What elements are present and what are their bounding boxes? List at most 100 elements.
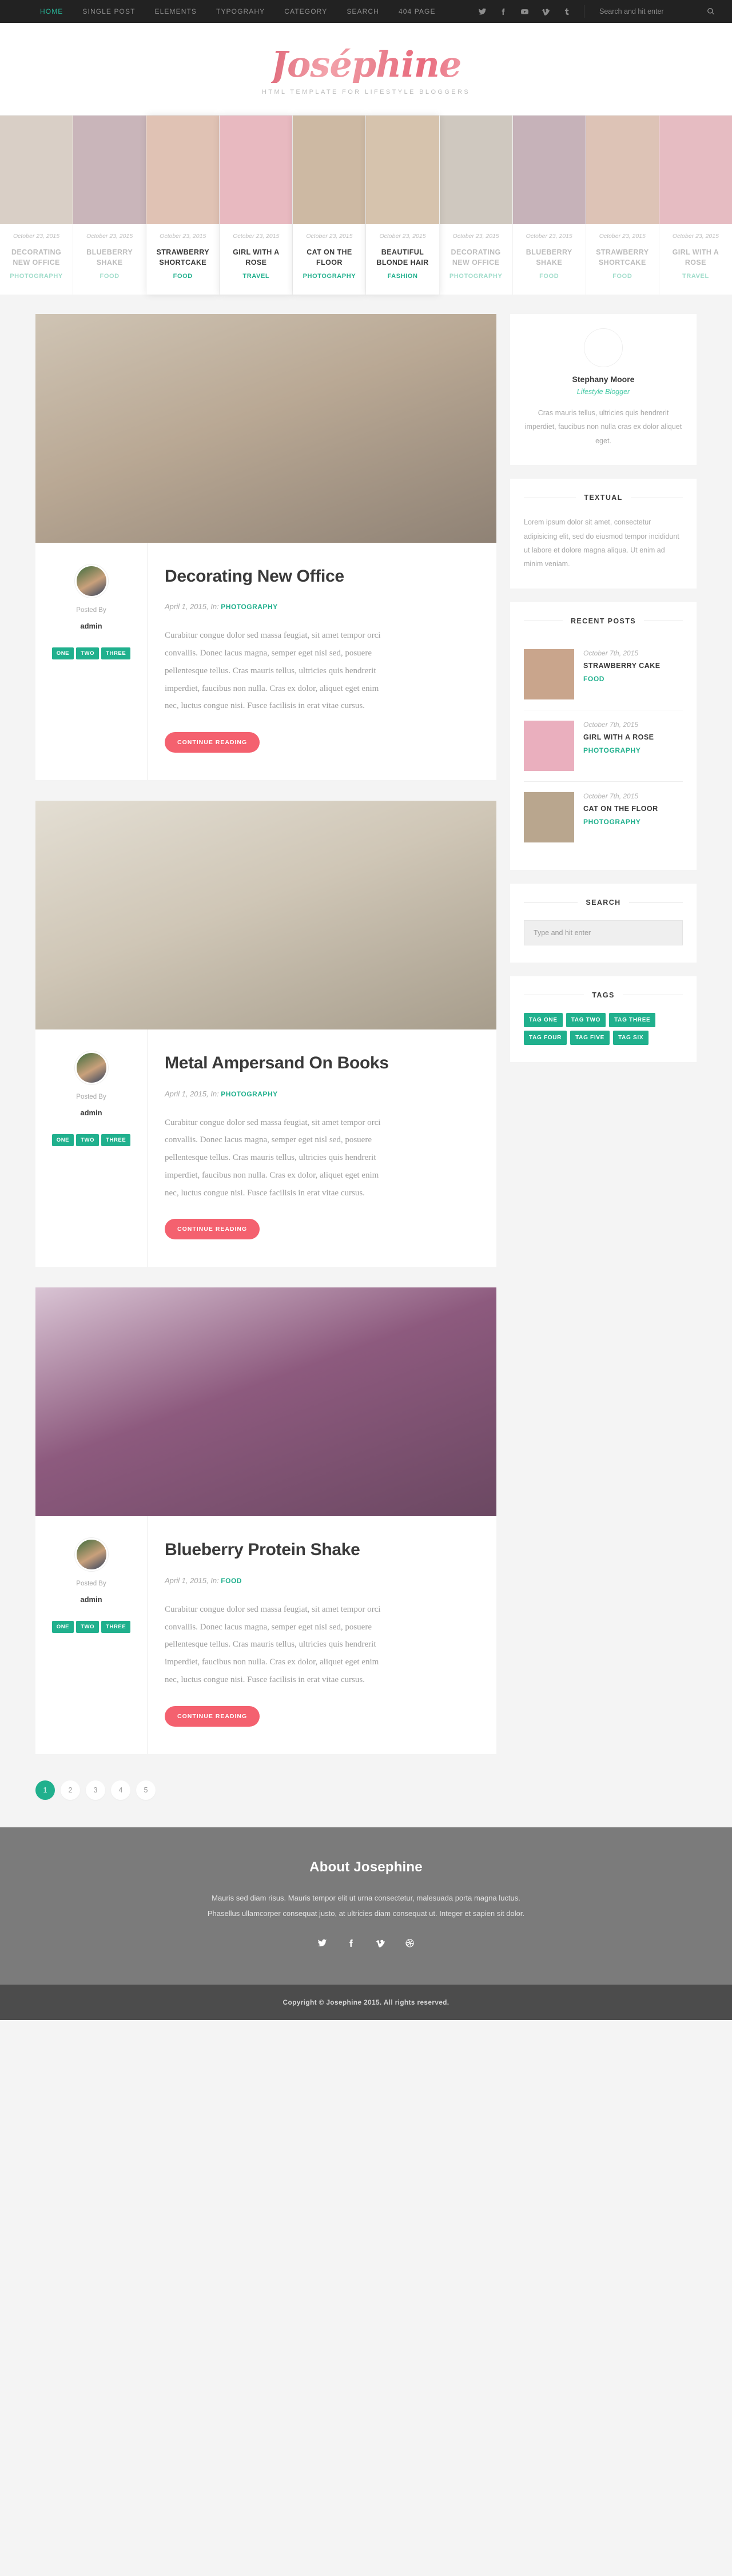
tag-chip[interactable]: TAG FOUR bbox=[524, 1030, 567, 1045]
pagination[interactable]: 12345 bbox=[0, 1775, 732, 1827]
post-category[interactable]: PHOTOGRAPHY bbox=[221, 1090, 277, 1098]
tumblr-icon[interactable] bbox=[563, 7, 571, 16]
post-tag[interactable]: TWO bbox=[76, 647, 100, 660]
carousel-category[interactable]: FOOD bbox=[78, 273, 141, 280]
twitter-icon[interactable] bbox=[317, 1938, 327, 1948]
carousel-category[interactable]: PHOTOGRAPHY bbox=[444, 273, 508, 280]
recent-post-item[interactable]: October 7th, 2015 GIRL WITH A ROSE PHOTOGR… bbox=[524, 710, 683, 782]
carousel-thumbnail[interactable] bbox=[512, 116, 586, 225]
site-logo[interactable]: Joséphine bbox=[271, 46, 462, 83]
recent-post-thumbnail[interactable] bbox=[524, 649, 574, 699]
pagination-page-4[interactable]: 4 bbox=[111, 1780, 130, 1800]
tag-chip[interactable]: TAG FIVE bbox=[570, 1030, 610, 1045]
carousel-category[interactable]: PHOTOGRAPHY bbox=[5, 273, 68, 280]
post-author-name[interactable]: admin bbox=[47, 1108, 136, 1117]
nav-item-home[interactable]: HOME bbox=[40, 7, 63, 15]
carousel-item[interactable]: October 23, 2015 DECORATING NEW OFFICE PHO… bbox=[0, 116, 74, 295]
carousel-title[interactable]: STRAWBERRY SHORTCAKE bbox=[591, 247, 654, 268]
carousel-title[interactable]: BEAUTIFUL BLONDE HAIR bbox=[371, 247, 434, 268]
post-tag[interactable]: TWO bbox=[76, 1621, 100, 1633]
pagination-page-5[interactable]: 5 bbox=[136, 1780, 156, 1800]
continue-reading-button[interactable]: CONTINUE READING bbox=[165, 732, 260, 753]
recent-post-category[interactable]: PHOTOGRAPHY bbox=[583, 818, 658, 826]
post-featured-image[interactable] bbox=[35, 1287, 496, 1517]
post-category[interactable]: PHOTOGRAPHY bbox=[221, 603, 277, 611]
recent-post-category[interactable]: PHOTOGRAPHY bbox=[583, 746, 654, 754]
recent-post-item[interactable]: October 7th, 2015 CAT ON THE FLOOR PHOTOGR… bbox=[524, 782, 683, 853]
carousel-thumbnail[interactable] bbox=[73, 116, 146, 225]
carousel-title[interactable]: DECORATING NEW OFFICE bbox=[5, 247, 68, 268]
post-featured-image[interactable] bbox=[35, 314, 496, 543]
post-featured-image[interactable] bbox=[35, 801, 496, 1030]
post-tag[interactable]: THREE bbox=[101, 1621, 131, 1633]
carousel-category[interactable]: FASHION bbox=[371, 273, 434, 280]
pagination-page-3[interactable]: 3 bbox=[86, 1780, 105, 1800]
pagination-page-2[interactable]: 2 bbox=[61, 1780, 80, 1800]
carousel-title[interactable]: GIRL WITH A ROSE bbox=[224, 247, 288, 268]
carousel-item[interactable]: October 23, 2015 GIRL WITH A ROSE TRAVEL bbox=[659, 116, 732, 295]
carousel-item[interactable]: October 23, 2015 BLUEBERRY SHAKE FOOD bbox=[73, 116, 147, 295]
carousel-thumbnail[interactable] bbox=[220, 116, 293, 225]
continue-reading-button[interactable]: CONTINUE READING bbox=[165, 1706, 260, 1727]
search-input[interactable] bbox=[599, 7, 685, 15]
tag-chip[interactable]: TAG THREE bbox=[609, 1012, 656, 1027]
carousel-category[interactable]: FOOD bbox=[591, 273, 654, 280]
carousel-thumbnail[interactable] bbox=[293, 116, 366, 225]
post-title[interactable]: Decorating New Office bbox=[165, 566, 470, 587]
dribbble-icon[interactable] bbox=[405, 1938, 415, 1948]
nav-item-elements[interactable]: ELEMENTS bbox=[155, 7, 197, 15]
carousel-thumbnail[interactable] bbox=[146, 116, 220, 225]
nav-item-404-page[interactable]: 404 PAGE bbox=[399, 7, 436, 15]
carousel-item[interactable]: October 23, 2015 GIRL WITH A ROSE TRAVEL bbox=[220, 116, 293, 295]
facebook-icon[interactable] bbox=[499, 7, 508, 16]
recent-post-thumbnail[interactable] bbox=[524, 720, 574, 771]
carousel-title[interactable]: GIRL WITH A ROSE bbox=[664, 247, 727, 268]
carousel-title[interactable]: BLUEBERRY SHAKE bbox=[518, 247, 581, 268]
carousel-thumbnail[interactable] bbox=[0, 116, 73, 225]
carousel-title[interactable]: DECORATING NEW OFFICE bbox=[444, 247, 508, 268]
carousel-category[interactable]: TRAVEL bbox=[224, 273, 288, 280]
carousel-title[interactable]: STRAWBERRY SHORTCAKE bbox=[151, 247, 214, 268]
carousel-category[interactable]: FOOD bbox=[518, 273, 581, 280]
recent-post-title[interactable]: CAT ON THE FLOOR bbox=[583, 804, 658, 814]
post-tag[interactable]: ONE bbox=[51, 1134, 74, 1147]
recent-post-thumbnail[interactable] bbox=[524, 792, 574, 842]
featured-carousel[interactable]: October 23, 2015 DECORATING NEW OFFICE PHO… bbox=[0, 115, 732, 295]
tag-chip[interactable]: TAG TWO bbox=[566, 1012, 606, 1027]
post-author-name[interactable]: admin bbox=[47, 622, 136, 630]
vimeo-icon[interactable] bbox=[542, 7, 550, 16]
youtube-icon[interactable] bbox=[520, 7, 529, 16]
post-tag[interactable]: THREE bbox=[101, 1134, 131, 1147]
carousel-category[interactable]: FOOD bbox=[151, 273, 214, 280]
post-category[interactable]: FOOD bbox=[221, 1577, 242, 1585]
nav-item-search[interactable]: SEARCH bbox=[347, 7, 379, 15]
search-icon[interactable] bbox=[707, 7, 715, 15]
recent-post-title[interactable]: STRAWBERRY CAKE bbox=[583, 661, 661, 671]
carousel-item[interactable]: October 23, 2015 STRAWBERRY SHORTCAKE FOOD bbox=[146, 116, 220, 295]
nav-item-single-post[interactable]: SINGLE POST bbox=[82, 7, 135, 15]
vimeo-icon[interactable] bbox=[376, 1938, 385, 1948]
carousel-category[interactable]: PHOTOGRAPHY bbox=[297, 273, 361, 280]
carousel-title[interactable]: CAT ON THE FLOOR bbox=[297, 247, 361, 268]
carousel-item[interactable]: October 23, 2015 DECORATING NEW OFFICE PHO… bbox=[439, 116, 513, 295]
carousel-category[interactable]: TRAVEL bbox=[664, 273, 727, 280]
carousel-thumbnail[interactable] bbox=[586, 116, 659, 225]
post-tag[interactable]: TWO bbox=[76, 1134, 100, 1147]
post-tag[interactable]: THREE bbox=[101, 647, 131, 660]
tag-chip[interactable]: TAG SIX bbox=[613, 1030, 649, 1045]
recent-post-category[interactable]: FOOD bbox=[583, 675, 661, 683]
nav-item-typograhy[interactable]: TYPOGRAHY bbox=[216, 7, 265, 15]
post-author-name[interactable]: admin bbox=[47, 1595, 136, 1604]
recent-post-title[interactable]: GIRL WITH A ROSE bbox=[583, 732, 654, 742]
continue-reading-button[interactable]: CONTINUE READING bbox=[165, 1219, 260, 1240]
carousel-item[interactable]: October 23, 2015 CAT ON THE FLOOR PHOTOGRA… bbox=[293, 116, 367, 295]
pagination-page-1[interactable]: 1 bbox=[35, 1780, 55, 1800]
post-tag[interactable]: ONE bbox=[51, 647, 74, 660]
post-tag[interactable]: ONE bbox=[51, 1621, 74, 1633]
carousel-thumbnail[interactable] bbox=[439, 116, 512, 225]
twitter-icon[interactable] bbox=[478, 7, 487, 16]
recent-post-item[interactable]: October 7th, 2015 STRAWBERRY CAKE FOOD bbox=[524, 639, 683, 710]
post-title[interactable]: Blueberry Protein Shake bbox=[165, 1539, 470, 1561]
post-title[interactable]: Metal Ampersand On Books bbox=[165, 1052, 470, 1074]
sidebar-search-input[interactable] bbox=[524, 920, 683, 945]
